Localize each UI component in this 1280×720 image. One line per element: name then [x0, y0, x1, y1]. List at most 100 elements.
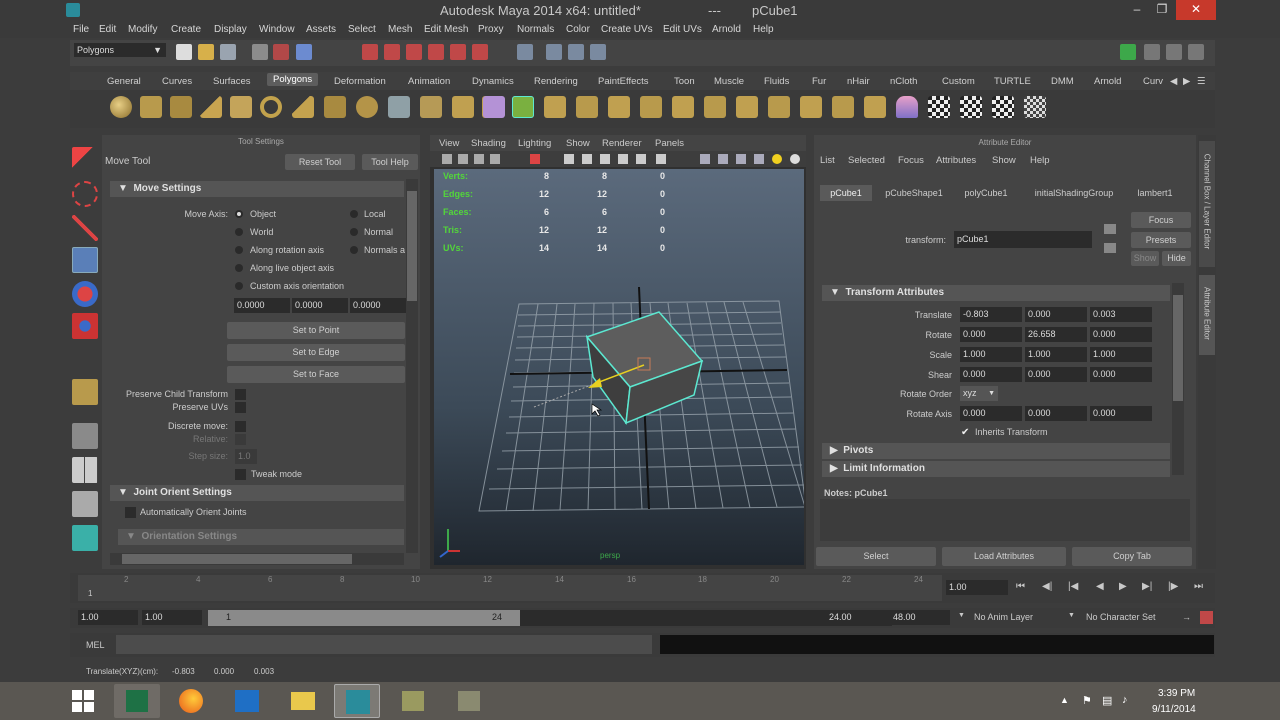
layout-four-icon[interactable] — [72, 457, 98, 483]
mirror-icon[interactable] — [544, 96, 566, 118]
transform-attributes-header[interactable]: ▼ Transform Attributes — [822, 285, 1170, 301]
tab-lambert1[interactable]: lambert1 — [1130, 185, 1180, 201]
firefox-taskbar-icon[interactable] — [168, 684, 214, 718]
shelf-tab-custom[interactable]: Custom — [942, 76, 975, 87]
radio-along-live[interactable] — [235, 264, 243, 272]
ae-menu-attributes[interactable]: Attributes — [936, 155, 976, 166]
current-time-field[interactable]: 1.00 — [946, 580, 1008, 595]
custom-axis-z[interactable]: 0.0000 — [350, 298, 406, 313]
load-attributes-button[interactable]: Load Attributes — [942, 547, 1066, 566]
shelf-tab-dynamics[interactable]: Dynamics — [472, 76, 514, 87]
auto-key-icon[interactable]: → — [1182, 612, 1191, 622]
rotate-z-field[interactable]: 0.000 — [1090, 327, 1152, 342]
ae-menu-show[interactable]: Show — [992, 155, 1016, 166]
ae-menu-focus[interactable]: Focus — [898, 155, 924, 166]
channel-box-toggle-icon[interactable] — [1120, 44, 1136, 60]
shear-x-field[interactable]: 0.000 — [960, 367, 1022, 382]
menu-create[interactable]: Create — [171, 24, 201, 35]
radio-normal[interactable] — [350, 228, 358, 236]
anim-layer-chevron-icon[interactable]: ▼ — [958, 612, 965, 619]
excel-taskbar-icon[interactable] — [114, 684, 160, 718]
windows-start-icon[interactable] — [72, 690, 94, 712]
show-button[interactable]: Show — [1131, 251, 1159, 266]
menu-select[interactable]: Select — [348, 24, 376, 35]
append-icon[interactable] — [672, 96, 694, 118]
snap-point-icon[interactable] — [406, 44, 422, 60]
tray-flag-icon[interactable]: ⚑ — [1082, 694, 1092, 707]
attribute-editor-toggle-icon[interactable] — [1166, 44, 1182, 60]
relative-checkbox[interactable] — [235, 434, 246, 445]
isolate-select-icon[interactable] — [656, 154, 666, 164]
viewport-scene[interactable]: Verts: 8 8 0 Edges: 12 12 0 Faces: 6 6 0… — [434, 169, 807, 565]
app-taskbar-icon-3[interactable] — [446, 684, 492, 718]
command-input[interactable] — [116, 635, 652, 654]
preserve-child-checkbox[interactable] — [235, 389, 246, 400]
light-bulb-icon[interactable] — [772, 154, 782, 164]
render-settings-icon[interactable] — [590, 44, 606, 60]
menu-window[interactable]: Window — [259, 24, 295, 35]
step-forward-key-icon[interactable]: |▶ — [1168, 581, 1178, 592]
focus-button[interactable]: Focus — [1131, 212, 1191, 228]
ae-menu-selected[interactable]: Selected — [848, 155, 885, 166]
camera-select-icon[interactable] — [442, 154, 452, 164]
play-forwards-icon[interactable]: ▶ — [1119, 581, 1127, 592]
radio-custom-axis[interactable] — [235, 282, 243, 290]
all-lights-icon[interactable] — [754, 154, 764, 164]
ae-menu-help[interactable]: Help — [1030, 155, 1050, 166]
shelf-menu-icon[interactable]: ☰ — [1197, 76, 1206, 87]
layout-single-icon[interactable] — [72, 423, 98, 449]
custom-axis-y[interactable]: 0.0000 — [292, 298, 348, 313]
minimize-button[interactable]: – — [1125, 0, 1149, 20]
fill-hole-icon[interactable] — [704, 96, 726, 118]
range-slider[interactable]: 1 24 — [208, 610, 892, 626]
menu-assets[interactable]: Assets — [306, 24, 336, 35]
smooth-icon[interactable] — [483, 96, 505, 118]
viewport-menu-show[interactable]: Show — [566, 138, 590, 149]
tab-initial-shading-group[interactable]: initialShadingGroup — [1020, 185, 1128, 201]
explorer-taskbar-icon[interactable] — [280, 684, 326, 718]
joint-orient-header[interactable]: ▼ Joint Orient Settings — [110, 485, 404, 501]
tab-pcube1[interactable]: pCube1 — [820, 185, 872, 201]
select-button[interactable]: Select — [816, 547, 936, 566]
menu-arnold[interactable]: Arnold — [712, 24, 741, 35]
orientation-settings-header[interactable]: ▼ Orientation Settings — [118, 529, 404, 545]
poly-helix-icon[interactable] — [356, 96, 378, 118]
anim-end-field[interactable]: 48.00 — [890, 610, 950, 625]
set-to-point-button[interactable]: Set to Point — [227, 322, 405, 339]
tool-settings-toggle-icon[interactable] — [1144, 44, 1160, 60]
scroll-thumb[interactable] — [407, 191, 417, 301]
shelf-tab-surfaces[interactable]: Surfaces — [213, 76, 251, 87]
shelf-tab-animation[interactable]: Animation — [408, 76, 450, 87]
shelf-tab-general[interactable]: General — [107, 76, 141, 87]
timeline-track[interactable]: 1 2 4 6 8 10 12 14 16 18 20 22 24 — [78, 575, 942, 601]
menu-modify[interactable]: Modify — [128, 24, 157, 35]
tweak-mode-checkbox[interactable] — [235, 469, 246, 480]
mail-taskbar-icon[interactable] — [224, 684, 270, 718]
shelf-tab-dmm[interactable]: DMM — [1051, 76, 1074, 87]
shelf-tab-turtle[interactable]: TURTLE — [994, 76, 1031, 87]
split-icon[interactable] — [736, 96, 758, 118]
scale-y-field[interactable]: 1.000 — [1025, 347, 1087, 362]
go-to-input-icon[interactable] — [1104, 224, 1116, 234]
rotate-order-select[interactable]: xyz ▼ — [960, 386, 998, 401]
pivots-header[interactable]: ▶ Pivots — [822, 443, 1170, 459]
xray-icon[interactable] — [618, 154, 628, 164]
anim-start-field[interactable]: 1.00 — [78, 610, 138, 625]
shelf-tab-muscle[interactable]: Muscle — [714, 76, 744, 87]
tab-polycube1[interactable]: polyCube1 — [956, 185, 1016, 201]
menu-edit-mesh[interactable]: Edit Mesh — [424, 24, 468, 35]
wireframe-on-shaded-icon[interactable] — [600, 154, 610, 164]
use-default-light-icon[interactable] — [700, 154, 710, 164]
merge-icon[interactable] — [864, 96, 886, 118]
tool-settings-hscrollbar[interactable] — [110, 553, 404, 565]
bridge-icon[interactable] — [608, 96, 630, 118]
transform-name-field[interactable]: pCube1 — [954, 231, 1092, 248]
menu-edit[interactable]: Edit — [99, 24, 116, 35]
poly-cube-icon[interactable] — [140, 96, 162, 118]
shelf-tab-painteffects[interactable]: PaintEffects — [598, 76, 649, 87]
rotate-axis-y-field[interactable]: 0.000 — [1025, 406, 1087, 421]
shelf-tab-fluids[interactable]: Fluids — [764, 76, 789, 87]
step-forward-frame-icon[interactable]: ▶| — [1142, 581, 1152, 592]
reset-tool-button[interactable]: Reset Tool — [285, 154, 355, 170]
menu-file[interactable]: File — [73, 24, 89, 35]
